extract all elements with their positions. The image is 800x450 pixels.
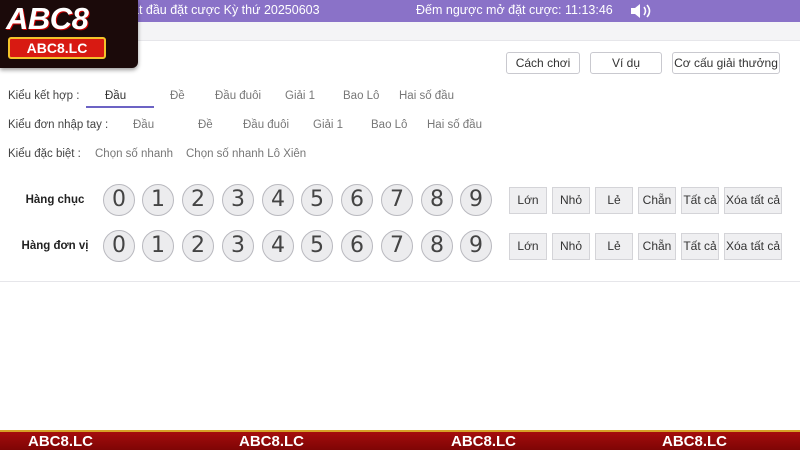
tens-row-label: Hàng chục xyxy=(25,194,85,206)
even-button[interactable]: Chẵn xyxy=(638,233,676,260)
digit-ball[interactable]: 3 xyxy=(222,184,254,216)
clear-all-button[interactable]: Xóa tất cả xyxy=(724,233,782,260)
even-button[interactable]: Chẵn xyxy=(638,187,676,214)
tab-manual-bao-lo[interactable]: Bao Lô xyxy=(371,119,407,131)
digit-ball[interactable]: 6 xyxy=(341,184,373,216)
digit-ball[interactable]: 7 xyxy=(381,184,413,216)
site-logo[interactable]: ABC8 ABC8.LC xyxy=(0,0,138,68)
digit-ball[interactable]: 6 xyxy=(341,230,373,262)
round-info: ắt đầu đặt cược Kỳ thứ 20250603 xyxy=(132,3,320,17)
digit-ball[interactable]: 9 xyxy=(460,230,492,262)
prize-structure-button[interactable]: Cơ cấu giải thưởng xyxy=(672,52,780,74)
special-type-label: Kiểu đặc biệt : xyxy=(8,148,81,160)
tab-manual-hai-so-dau[interactable]: Hai số đầu xyxy=(427,119,482,131)
tab-manual-dau[interactable]: Đầu xyxy=(133,119,154,131)
banner-text: ABC8.LC xyxy=(451,433,517,450)
active-tab-underline xyxy=(86,106,154,108)
lottery-bet-page: ắt đầu đặt cược Kỳ thứ 20250603 Đếm ngượ… xyxy=(0,0,800,450)
select-all-button[interactable]: Tất cả xyxy=(681,233,719,260)
digit-ball[interactable]: 8 xyxy=(421,184,453,216)
units-row-label: Hàng đơn vị xyxy=(21,240,89,252)
units-digit-row: Hàng đơn vị 0 1 2 3 4 5 6 7 8 9 Lớn Nhỏ … xyxy=(0,230,800,264)
toolbar: Cách chơi Ví dụ Cơ cấu giải thưởng xyxy=(506,52,780,74)
tab-manual-giai-1[interactable]: Giải 1 xyxy=(313,119,343,131)
manual-type-label: Kiểu đơn nhập tay : xyxy=(8,119,109,131)
digit-ball[interactable]: 0 xyxy=(103,184,135,216)
logo-badge: ABC8.LC xyxy=(8,37,106,59)
clear-all-button[interactable]: Xóa tất cả xyxy=(724,187,782,214)
big-button[interactable]: Lớn xyxy=(509,233,547,260)
digit-ball[interactable]: 8 xyxy=(421,230,453,262)
small-button[interactable]: Nhỏ xyxy=(552,233,590,260)
combo-type-label: Kiểu kết hợp : xyxy=(8,90,80,102)
big-button[interactable]: Lớn xyxy=(509,187,547,214)
odd-button[interactable]: Lẻ xyxy=(595,233,633,260)
digit-ball[interactable]: 4 xyxy=(262,230,294,262)
digit-ball[interactable]: 2 xyxy=(182,184,214,216)
banner-text: ABC8.LC xyxy=(239,433,305,450)
banner-text: ABC8.LC xyxy=(28,433,94,450)
tab-combo-bao-lo[interactable]: Bao Lô xyxy=(343,90,379,102)
tens-digit-row: Hàng chục 0 1 2 3 4 5 6 7 8 9 Lớn Nhỏ Lẻ… xyxy=(0,184,800,218)
countdown-text: Đếm ngược mở đặt cược: 11:13:46 xyxy=(416,3,613,17)
tab-special-quick-pick-lo-xien[interactable]: Chọn số nhanh Lô Xiên xyxy=(186,148,306,160)
digit-ball[interactable]: 5 xyxy=(301,230,333,262)
tab-manual-dau-duoi[interactable]: Đầu đuôi xyxy=(243,119,289,131)
logo-text: ABC8 xyxy=(6,1,89,36)
digit-ball[interactable]: 3 xyxy=(222,230,254,262)
example-button[interactable]: Ví dụ xyxy=(590,52,662,74)
digit-ball[interactable]: 4 xyxy=(262,184,294,216)
how-to-play-button[interactable]: Cách chơi xyxy=(506,52,580,74)
digit-ball[interactable]: 0 xyxy=(103,230,135,262)
digit-ball[interactable]: 5 xyxy=(301,184,333,216)
digit-ball[interactable]: 1 xyxy=(142,184,174,216)
tab-combo-de[interactable]: Đề xyxy=(170,90,185,102)
speaker-icon[interactable] xyxy=(628,2,658,20)
digit-ball[interactable]: 9 xyxy=(460,184,492,216)
select-all-button[interactable]: Tất cả xyxy=(681,187,719,214)
betting-panel: Cách chơi Ví dụ Cơ cấu giải thưởng Kiểu … xyxy=(0,40,800,282)
odd-button[interactable]: Lẻ xyxy=(595,187,633,214)
tab-combo-dau-duoi[interactable]: Đầu đuôi xyxy=(215,90,261,102)
tab-combo-hai-so-dau[interactable]: Hai số đầu xyxy=(399,90,454,102)
footer-banner: ABC8.LC ABC8.LC ABC8.LC ABC8.LC xyxy=(0,430,800,450)
tab-manual-de[interactable]: Đề xyxy=(198,119,213,131)
small-button[interactable]: Nhỏ xyxy=(552,187,590,214)
tab-combo-giai-1[interactable]: Giải 1 xyxy=(285,90,315,102)
digit-ball[interactable]: 2 xyxy=(182,230,214,262)
banner-text: ABC8.LC xyxy=(662,433,728,450)
tab-combo-dau[interactable]: Đầu xyxy=(105,90,126,102)
digit-ball[interactable]: 7 xyxy=(381,230,413,262)
tab-special-quick-pick[interactable]: Chọn số nhanh xyxy=(95,148,173,160)
digit-ball[interactable]: 1 xyxy=(142,230,174,262)
